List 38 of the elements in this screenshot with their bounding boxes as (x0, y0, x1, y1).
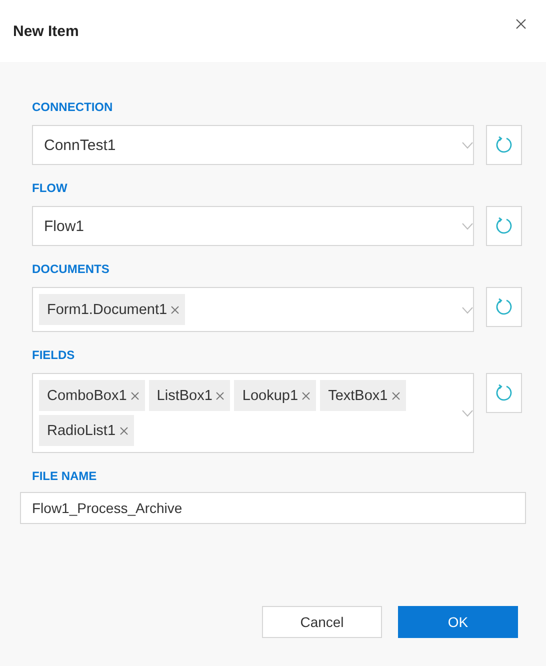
close-icon[interactable] (516, 19, 526, 29)
refresh-button[interactable] (486, 373, 522, 413)
field-label: FILE NAME (32, 468, 97, 484)
refresh-icon (495, 217, 513, 235)
refresh-button[interactable] (486, 206, 522, 246)
refresh-button[interactable] (486, 287, 522, 327)
refresh-button[interactable] (486, 125, 522, 165)
tag-chip: ComboBox1 (39, 380, 145, 411)
cancel-button[interactable]: Cancel (262, 606, 382, 638)
field-label: CONNECTION (32, 99, 113, 115)
chevron-icon (462, 306, 473, 314)
remove-icon[interactable] (120, 426, 128, 434)
remove-icon[interactable] (392, 392, 400, 400)
remove-icon[interactable] (171, 306, 180, 314)
refresh-icon (495, 384, 513, 402)
dropdown-field[interactable]: ComboBox1 ListBox1 Lookup1 TextBox1 RadioList1 (32, 373, 474, 453)
remove-icon[interactable] (130, 392, 139, 400)
field-label: FLOW (32, 180, 68, 196)
dialog-title: New Item (13, 22, 79, 40)
chevron-icon (462, 142, 473, 149)
dropdown-field[interactable]: Flow1 (32, 206, 474, 246)
chevron-icon (462, 223, 473, 230)
tag-chip: Form1.Document1 (39, 294, 186, 325)
field-label: DOCUMENTS (32, 261, 110, 277)
dropdown-field[interactable]: ConnTest1 (32, 125, 474, 165)
ok-button[interactable]: OK (398, 606, 518, 638)
tag-chip: Lookup1 (234, 380, 316, 411)
dropdown-field[interactable]: Form1.Document1 (32, 287, 474, 332)
remove-icon[interactable] (216, 392, 224, 400)
chevron-icon (462, 410, 473, 417)
remove-icon[interactable] (302, 392, 310, 400)
tag-chip: ListBox1 (148, 380, 230, 411)
field-label: FIELDS (32, 347, 75, 363)
refresh-icon (495, 298, 513, 316)
tag-chip: TextBox1 (320, 380, 406, 411)
tag-chip: RadioList1 (39, 415, 134, 446)
refresh-icon (495, 136, 513, 154)
file-name-field[interactable]: Flow1_Process_Archive (20, 492, 526, 524)
